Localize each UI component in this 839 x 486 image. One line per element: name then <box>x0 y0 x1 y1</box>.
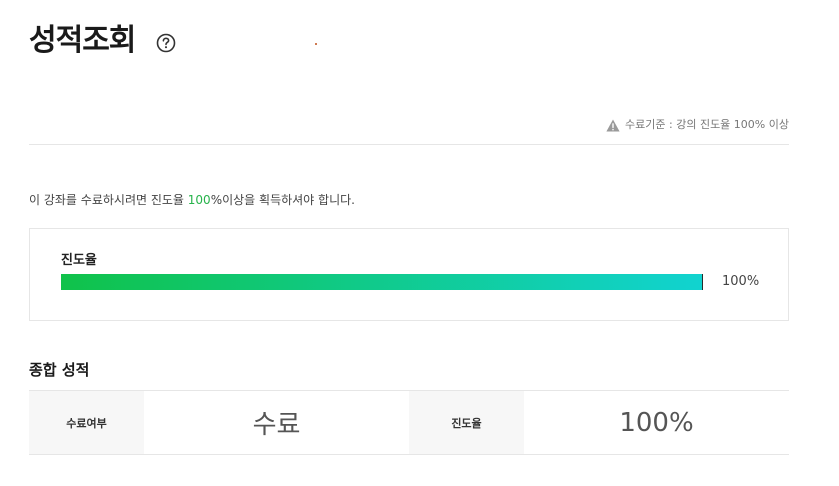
notice-text-after: %이상을 획득하셔야 합니다. <box>210 193 355 207</box>
notice-text-before: 이 강좌를 수료하시려면 진도율 <box>29 193 188 207</box>
progress-panel: 진도율 100% <box>29 228 789 321</box>
completion-criteria: 수료기준 : 강의 진도율 100% 이상 <box>606 117 789 133</box>
progress-bar <box>61 274 703 290</box>
summary-title: 종합 성적 <box>29 361 90 379</box>
grade-summary-table: 수료여부 수료 진도율 100% <box>29 390 789 455</box>
progress-value: 100% <box>722 274 760 289</box>
question-circle-icon[interactable] <box>156 33 176 53</box>
notice-highlight: 100 <box>187 193 211 207</box>
stray-dot <box>315 43 317 45</box>
progress-label: 진도율 <box>61 253 97 268</box>
completion-notice: 이 강좌를 수료하시려면 진도율 100%이상을 획득하셔야 합니다. <box>29 191 355 209</box>
progress-bar-fill <box>61 274 703 290</box>
progress-rate-value: 100% <box>524 391 789 454</box>
completion-status-value: 수료 <box>144 391 409 454</box>
progress-rate-header: 진도율 <box>409 391 524 454</box>
page-title: 성적조회 <box>29 23 136 58</box>
header-divider <box>29 144 789 145</box>
criteria-text: 수료기준 : 강의 진도율 100% 이상 <box>625 118 789 131</box>
completion-status-header: 수료여부 <box>29 391 144 454</box>
warning-triangle-icon <box>606 119 620 131</box>
